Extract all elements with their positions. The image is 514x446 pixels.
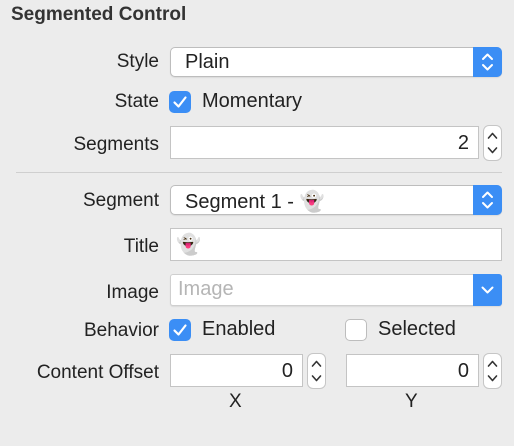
segments-label: Segments [73, 134, 159, 155]
content-offset-y-stepper[interactable] [483, 353, 502, 389]
momentary-label[interactable]: Momentary [202, 90, 302, 113]
style-label: Style [116, 51, 159, 72]
segments-value: 2 [457, 132, 469, 154]
behavior-label: Behavior [84, 320, 159, 341]
content-offset-x-stepper[interactable] [307, 353, 326, 389]
title-value: 👻 [176, 234, 201, 256]
up-down-chevrons-icon [473, 47, 502, 77]
checkmark-icon [173, 96, 187, 108]
segment-popup[interactable]: Segment 1 - 👻 [170, 185, 502, 215]
content-offset-x-value: 0 [281, 360, 293, 382]
momentary-checkbox[interactable] [169, 91, 191, 113]
style-popup-value: Plain [185, 51, 230, 73]
content-offset-y-field[interactable]: 0 [346, 354, 479, 387]
image-placeholder: Image [178, 278, 234, 300]
selected-label[interactable]: Selected [378, 318, 456, 341]
checkmark-icon [173, 324, 187, 336]
section-title: Segmented Control [11, 4, 187, 25]
segment-label: Segment [82, 190, 159, 211]
content-offset-x-field[interactable]: 0 [170, 354, 303, 387]
segments-field[interactable]: 2 [170, 126, 479, 159]
title-field[interactable]: 👻 [170, 228, 502, 261]
section-divider [16, 172, 502, 173]
attributes-inspector-panel: Segmented Control Style Plain State Mome… [0, 0, 514, 446]
stepper-arrows-icon [311, 360, 322, 382]
segments-stepper[interactable] [483, 125, 502, 161]
stepper-arrows-icon [487, 360, 498, 382]
state-label: State [114, 91, 159, 112]
chevron-down-icon[interactable] [473, 274, 502, 306]
stepper-arrows-icon [487, 132, 498, 154]
image-combo-box[interactable]: Image [170, 274, 502, 306]
content-offset-y-caption: Y [405, 391, 418, 412]
image-label: Image [106, 282, 159, 303]
segment-popup-value: Segment 1 - 👻 [185, 191, 325, 213]
content-offset-x-caption: X [229, 391, 242, 412]
content-offset-y-value: 0 [457, 360, 469, 382]
selected-checkbox[interactable] [345, 319, 367, 341]
style-popup[interactable]: Plain [170, 47, 502, 77]
title-label: Title [123, 236, 159, 257]
up-down-chevrons-icon [473, 185, 502, 215]
content-offset-label: Content Offset [36, 362, 159, 383]
enabled-checkbox[interactable] [169, 319, 191, 341]
enabled-label[interactable]: Enabled [202, 318, 275, 341]
